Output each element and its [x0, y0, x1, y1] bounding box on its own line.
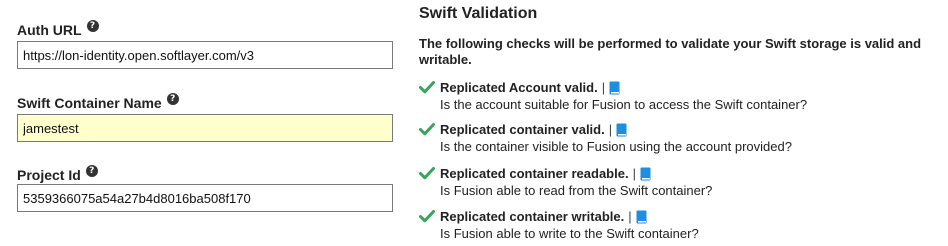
separator: |	[628, 209, 632, 224]
check-title: Replicated container writable.	[440, 209, 625, 224]
validation-description: The following checks will be performed t…	[419, 36, 922, 67]
auth-url-label: Auth URL ?	[17, 20, 99, 38]
check-description: Is Fusion able to write to the Swift con…	[440, 226, 699, 241]
check-description: Is the container visible to Fusion using…	[440, 139, 792, 154]
help-icon[interactable]: ?	[166, 93, 179, 105]
validation-title: Swift Validation	[419, 5, 538, 22]
help-icon[interactable]: ?	[85, 165, 98, 177]
documentation-book-icon[interactable]	[609, 81, 620, 95]
container-name-input[interactable]	[17, 114, 393, 142]
check-description: Is the account suitable for Fusion to ac…	[440, 97, 808, 112]
help-icon[interactable]: ?	[86, 20, 99, 32]
container-name-label: Swift Container Name ?	[17, 93, 179, 111]
separator: |	[601, 80, 606, 95]
check-description: Is Fusion able to read from the Swift co…	[440, 183, 713, 198]
auth-url-input[interactable]	[17, 41, 393, 69]
checkmark-icon	[419, 210, 435, 223]
separator: |	[632, 166, 636, 181]
documentation-book-icon[interactable]	[616, 123, 627, 137]
checkmark-icon	[419, 81, 435, 94]
check-title: Replicated container readable.	[440, 166, 629, 181]
project-id-label: Project Id ?	[17, 165, 98, 183]
checkmark-icon	[419, 123, 435, 136]
documentation-book-icon[interactable]	[640, 167, 651, 181]
project-id-input[interactable]	[17, 184, 393, 212]
check-title: Replicated container valid.	[440, 122, 605, 137]
check-title: Replicated Account valid.	[440, 80, 598, 95]
checkmark-icon	[419, 167, 435, 180]
separator: |	[608, 122, 613, 137]
documentation-book-icon[interactable]	[636, 210, 647, 224]
